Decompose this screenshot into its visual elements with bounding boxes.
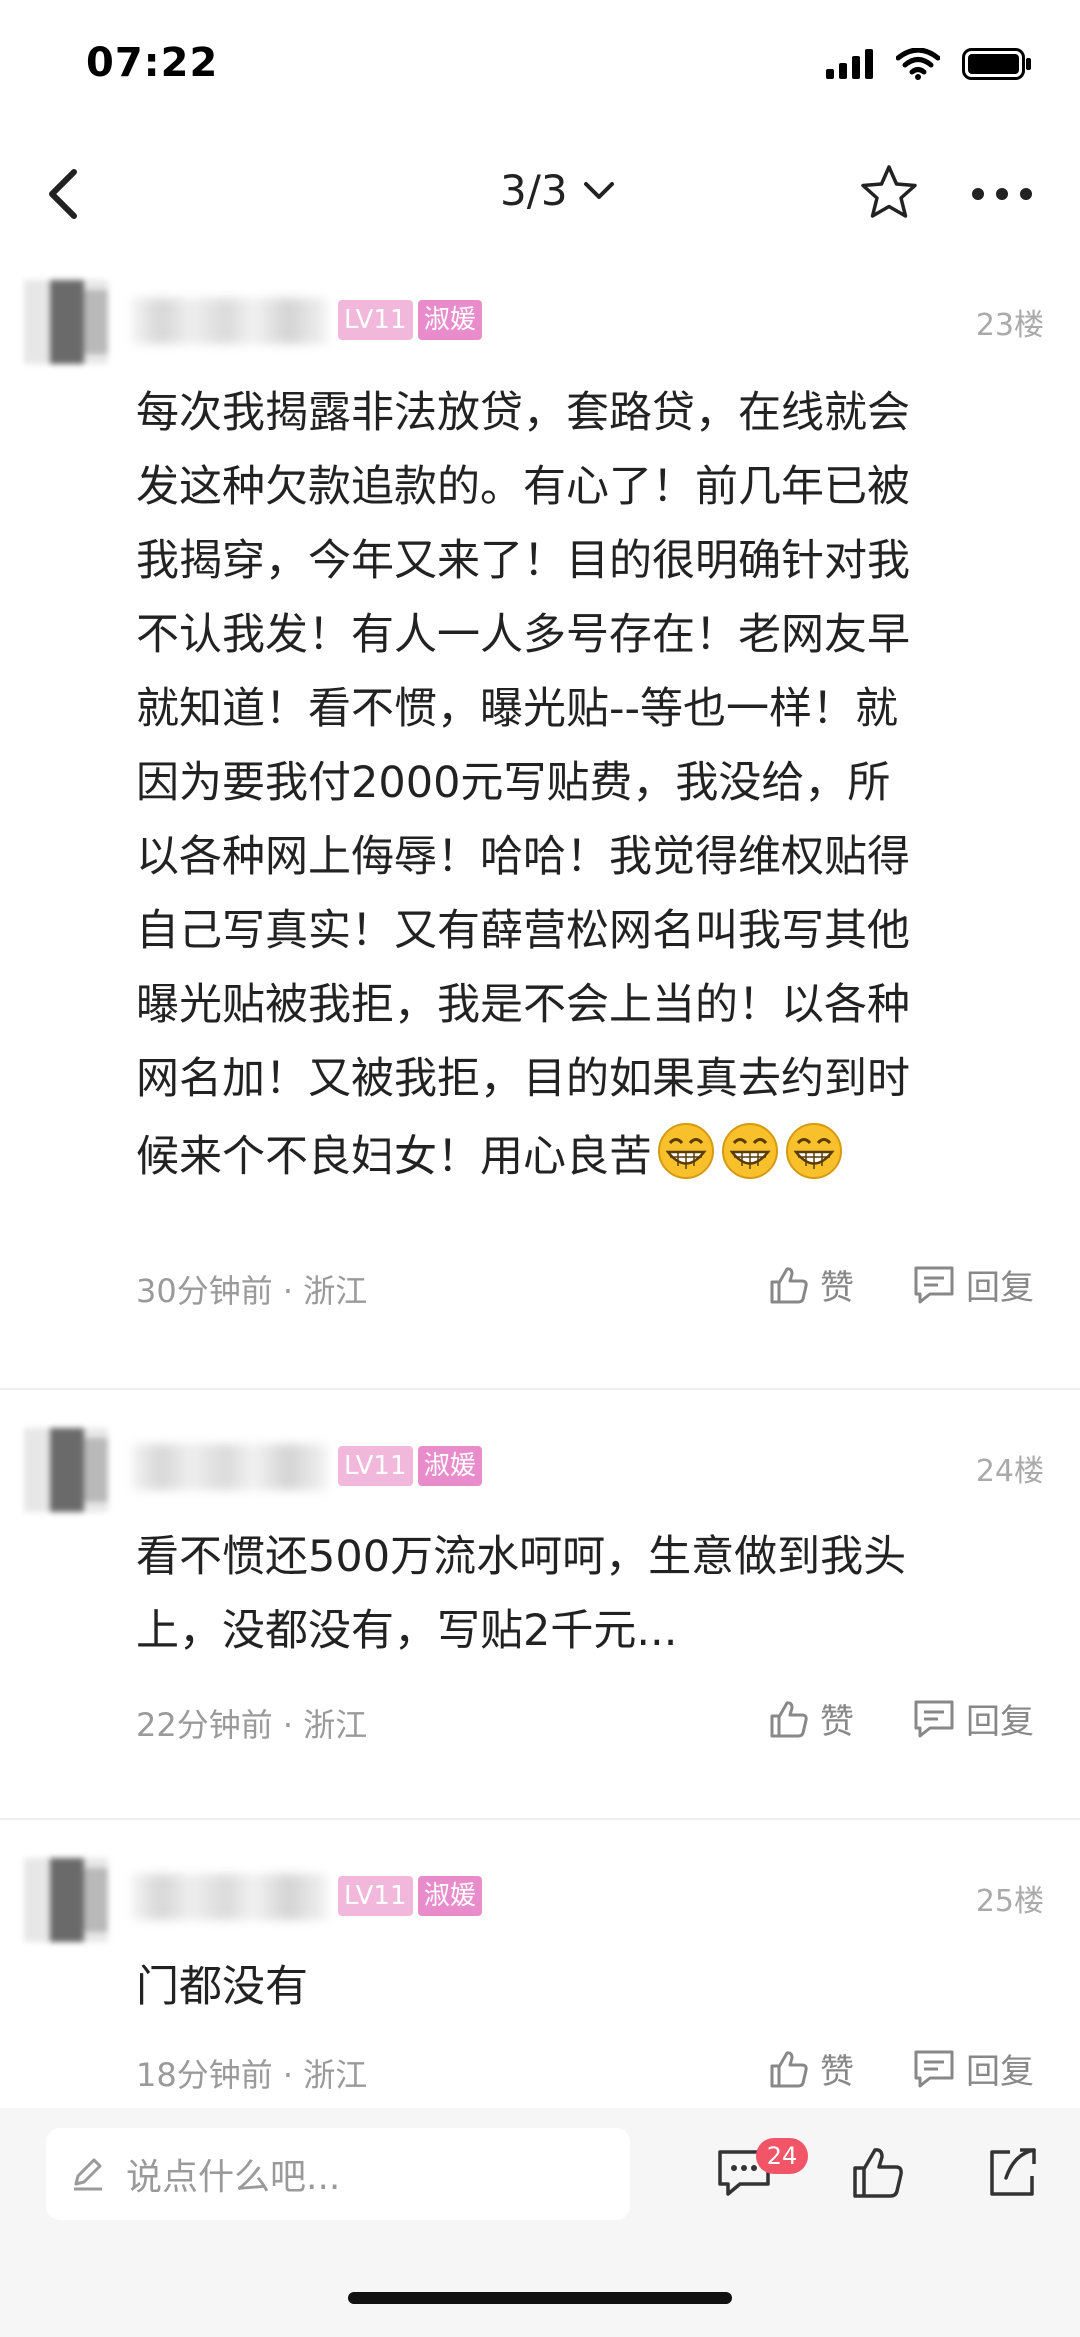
more-icon[interactable] xyxy=(970,186,1034,202)
time-ago: 18分钟前 xyxy=(136,2056,273,2094)
title-badge: 淑媛 xyxy=(418,300,483,340)
chevron-down-icon xyxy=(583,181,614,199)
like-button[interactable]: 赞 xyxy=(768,2044,854,2093)
comment-item: LV11 淑媛 23楼 每次我揭露非法放贷，套路贷，在线就会 发这种欠款追款的。… xyxy=(0,280,1080,1380)
comment-line-last: 候来个不良妇女！用心良苦 xyxy=(136,1120,1036,1194)
reply-button[interactable]: 回复 xyxy=(912,2044,1034,2093)
comment-item: LV11 淑媛 24楼 看不惯还500万流水呵呵，生意做到我头 上，没都没有，写… xyxy=(0,1428,1080,1808)
share-icon[interactable] xyxy=(986,2144,1040,2200)
time-ago: 30分钟前 xyxy=(136,1272,273,1310)
divider xyxy=(0,1818,1080,1820)
back-icon[interactable] xyxy=(36,162,92,226)
thumbs-up-icon xyxy=(770,2050,808,2087)
comment-line: 曝光贴被我拒，我是不会上当的！以各种 xyxy=(136,980,910,1030)
comment-line: 以各种网上侮辱！哈哈！我觉得维权贴得 xyxy=(136,832,910,882)
comment-text: 每次我揭露非法放贷，套路贷，在线就会 发这种欠款追款的。有心了！前几年已被 我揭… xyxy=(136,376,1036,1194)
location: 浙江 xyxy=(303,2056,368,2094)
comment-line: 门都没有 xyxy=(136,1962,308,2012)
reply-button[interactable]: 回复 xyxy=(912,1694,1034,1743)
comment-line: 自己写真实！又有薛营松网名叫我写其他 xyxy=(136,906,910,956)
comment-input[interactable]: 说点什么吧... xyxy=(46,2128,630,2220)
status-icons xyxy=(826,48,1032,80)
reply-icon xyxy=(914,1266,954,1303)
floor-number: 23楼 xyxy=(975,308,1044,343)
comment-line: 我揭穿，今年又来了！目的很明确针对我 xyxy=(136,536,910,586)
page-selector[interactable]: 3/3 xyxy=(500,166,616,215)
title-badge: 淑媛 xyxy=(418,1446,483,1486)
like-button[interactable]: 赞 xyxy=(768,1694,854,1743)
nav-bar: 3/3 xyxy=(0,140,1080,250)
grin-emoji-icon xyxy=(786,1123,842,1179)
time-ago: 22分钟前 xyxy=(136,1706,273,1744)
username-blurred[interactable] xyxy=(132,298,328,344)
comment-item: LV11 淑媛 25楼 门都没有 18分钟前 · 浙江 赞 回复 xyxy=(0,1858,1080,2108)
comment-line: 上，没都没有，写贴2千元... xyxy=(136,1606,678,1656)
comment-line: 发这种欠款追款的。有心了！前几年已被 xyxy=(136,462,910,512)
reply-button[interactable]: 回复 xyxy=(912,1260,1034,1309)
avatar[interactable] xyxy=(24,1858,108,1942)
username-blurred[interactable] xyxy=(132,1874,328,1920)
page-indicator: 3/3 xyxy=(500,166,568,215)
pencil-icon xyxy=(74,2158,102,2191)
home-indicator[interactable] xyxy=(348,2292,732,2304)
location: 浙江 xyxy=(303,1272,368,1310)
star-icon[interactable] xyxy=(858,162,920,224)
input-placeholder: 说点什么吧... xyxy=(126,2157,341,2198)
thumbs-up-icon[interactable] xyxy=(850,2144,906,2202)
battery-icon xyxy=(962,48,1031,80)
title-badge: 淑媛 xyxy=(418,1876,483,1916)
comment-text: 门都没有 xyxy=(136,1950,1036,2024)
reply-icon xyxy=(914,1700,954,1737)
comment-line: 因为要我付2000元写贴费，我没给，所 xyxy=(136,758,891,808)
level-badge: LV11 xyxy=(338,1446,413,1486)
like-button[interactable]: 赞 xyxy=(768,1260,854,1309)
location: 浙江 xyxy=(303,1706,368,1744)
avatar[interactable] xyxy=(24,280,108,364)
username-blurred[interactable] xyxy=(132,1444,328,1490)
grin-emoji-icon xyxy=(722,1123,778,1179)
thumbs-up-icon xyxy=(770,1266,808,1303)
thumbs-up-icon xyxy=(770,1700,808,1737)
grin-emoji-icon xyxy=(658,1123,714,1179)
signal-icon xyxy=(826,49,873,79)
avatar[interactable] xyxy=(24,1428,108,1512)
comment-meta: 22分钟前 · 浙江 xyxy=(136,1706,368,1744)
comment-line: 看不惯还500万流水呵呵，生意做到我头 xyxy=(136,1532,907,1582)
comment-meta: 30分钟前 · 浙江 xyxy=(136,1272,368,1310)
status-bar: 07:22 xyxy=(0,0,1080,140)
level-badge: LV11 xyxy=(338,1876,413,1916)
floor-number: 25楼 xyxy=(975,1884,1044,1919)
divider xyxy=(0,1388,1080,1390)
comment-count-badge: 24 xyxy=(756,2138,808,2174)
comment-line: 网名加！又被我拒，目的如果真去约到时 xyxy=(136,1054,910,1104)
comment-line: 不认我发！有人一人多号存在！老网友早 xyxy=(136,610,910,660)
wifi-icon xyxy=(896,48,940,80)
level-badge: LV11 xyxy=(338,300,413,340)
floor-number: 24楼 xyxy=(975,1454,1044,1489)
comment-text: 看不惯还500万流水呵呵，生意做到我头 上，没都没有，写贴2千元... xyxy=(136,1520,1036,1668)
comment-line: 就知道！看不惯，曝光贴--等也一样！就 xyxy=(136,684,899,734)
comment-meta: 18分钟前 · 浙江 xyxy=(136,2056,368,2094)
status-time: 07:22 xyxy=(86,40,219,86)
reply-icon xyxy=(914,2050,954,2087)
comment-line: 每次我揭露非法放贷，套路贷，在线就会 xyxy=(136,388,910,438)
